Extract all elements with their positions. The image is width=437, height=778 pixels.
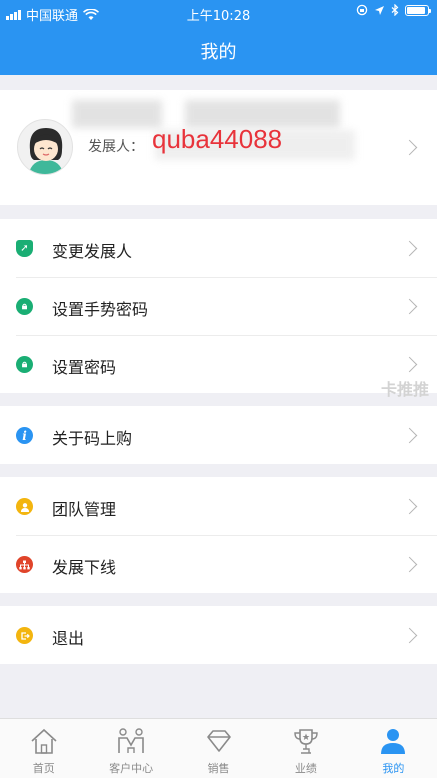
tab-label: 业绩 xyxy=(294,762,317,775)
menu-item-label: 变更发展人 xyxy=(52,242,133,261)
developer-label: 发展人： xyxy=(88,139,144,155)
menu-item-logout[interactable]: 退出 xyxy=(0,606,437,664)
tab-customer-center[interactable]: 客户中心 xyxy=(87,719,174,778)
tab-label: 首页 xyxy=(32,762,55,775)
tab-bar: 首页 客户中心 销售 业绩 我的 xyxy=(0,718,437,778)
menu-item-label: 设置手势密码 xyxy=(52,300,149,319)
developer-value: quba44088 xyxy=(152,124,283,154)
tab-mine[interactable]: 我的 xyxy=(350,719,437,778)
diamond-icon xyxy=(206,730,231,752)
chevron-right-icon xyxy=(401,627,418,644)
orientation-lock-icon xyxy=(356,4,368,16)
chevron-right-icon xyxy=(401,427,418,444)
chevron-right-icon xyxy=(401,298,418,315)
exit-icon xyxy=(16,627,33,644)
battery-icon xyxy=(405,4,431,16)
redacted-area xyxy=(72,100,162,128)
location-icon xyxy=(375,5,384,15)
team-icon xyxy=(16,498,33,515)
tab-label: 客户中心 xyxy=(109,762,154,775)
shield-share-icon: ➚ xyxy=(16,240,33,257)
tab-performance[interactable]: 业绩 xyxy=(262,719,349,778)
menu-item-about[interactable]: i 关于码上购 xyxy=(0,406,437,464)
menu-group-about: i 关于码上购 xyxy=(0,406,437,464)
tab-label: 我的 xyxy=(382,762,405,775)
watermark: 卡推推 xyxy=(380,380,429,399)
menu-item-gesture-password[interactable]: 🔒︎ 设置手势密码 xyxy=(0,277,437,335)
menu-item-label: 团队管理 xyxy=(52,500,117,519)
tab-home[interactable]: 首页 xyxy=(0,719,87,778)
chevron-right-icon xyxy=(401,356,418,373)
top-bar: 中国联通 上午10:28 我的 xyxy=(0,0,437,75)
info-icon: i xyxy=(16,427,33,444)
person-icon xyxy=(381,729,406,754)
tab-sales[interactable]: 销售 xyxy=(175,719,262,778)
menu-item-set-password[interactable]: 🔒︎ 设置密码 xyxy=(0,335,437,393)
menu-group-account: ➚ 变更发展人 🔒︎ 设置手势密码 🔒︎ 设置密码 xyxy=(0,219,437,393)
chevron-right-icon xyxy=(401,139,418,156)
menu-group-logout: 退出 xyxy=(0,606,437,664)
menu-item-label: 发展下线 xyxy=(52,558,117,577)
bluetooth-icon xyxy=(391,4,399,16)
menu-item-change-developer[interactable]: ➚ 变更发展人 xyxy=(0,219,437,277)
lock-icon: 🔒︎ xyxy=(16,298,33,315)
trophy-icon xyxy=(294,729,318,754)
customer-center-icon xyxy=(118,728,144,753)
chevron-right-icon xyxy=(401,240,418,257)
chevron-right-icon xyxy=(401,556,418,573)
status-bar: 中国联通 上午10:28 xyxy=(0,0,437,26)
home-icon xyxy=(31,728,57,754)
menu-item-label: 退出 xyxy=(52,629,85,648)
menu-item-develop-downline[interactable]: 发展下线 xyxy=(0,535,437,593)
menu-group-team: 团队管理 发展下线 xyxy=(0,477,437,593)
lock-icon: 🔒︎ xyxy=(16,356,33,373)
page-title: 我的 xyxy=(200,42,237,63)
chevron-right-icon xyxy=(401,498,418,515)
profile-card[interactable]: 发展人： quba44088 xyxy=(0,90,437,205)
org-chart-icon xyxy=(16,556,33,573)
menu-item-label: 设置密码 xyxy=(52,358,117,377)
avatar xyxy=(17,119,73,175)
menu-item-team-management[interactable]: 团队管理 xyxy=(0,477,437,535)
menu-item-label: 关于码上购 xyxy=(52,429,133,448)
tab-label: 销售 xyxy=(207,762,230,775)
